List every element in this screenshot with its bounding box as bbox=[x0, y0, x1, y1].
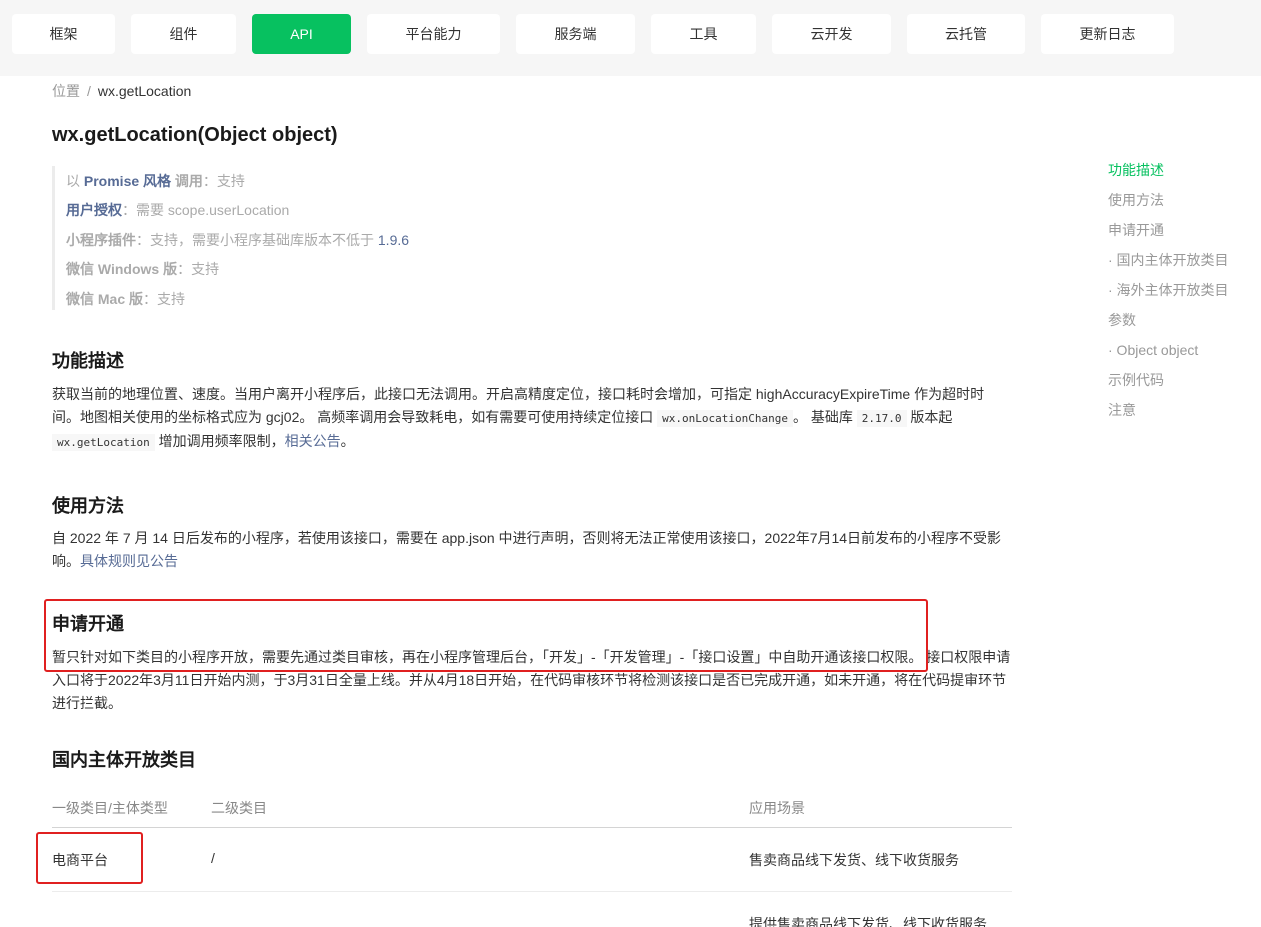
nav-tab-components[interactable]: 组件 bbox=[131, 14, 236, 54]
toc-item-usage[interactable]: 使用方法 bbox=[1108, 188, 1258, 218]
info-auth-value: 需要 scope.userLocation bbox=[136, 202, 290, 219]
plugin-version-link[interactable]: 1.9.6 bbox=[378, 232, 409, 248]
desc-text: 版本起 bbox=[910, 409, 953, 425]
table-row: 电商平台 / 售卖商品线下发货、线下收货服务 bbox=[52, 842, 1012, 892]
section-title-description: 功能描述 bbox=[52, 351, 124, 371]
info-windows: 微信 Windows 版：支持 bbox=[66, 255, 572, 285]
announcement-link[interactable]: 相关公告 bbox=[285, 433, 341, 449]
column-header-scenario: 应用场景 bbox=[749, 800, 805, 816]
toc-item-description[interactable]: 功能描述 bbox=[1108, 158, 1258, 188]
page-title: wx.getLocation(Object object) bbox=[52, 124, 338, 146]
info-auth: 用户授权：需要 scope.userLocation bbox=[66, 196, 572, 226]
info-windows-value: 支持 bbox=[191, 261, 220, 278]
desc-text: 增加调用频率限制， bbox=[158, 433, 285, 449]
toc-item-object[interactable]: · Object object bbox=[1108, 338, 1258, 368]
toc-item-example[interactable]: 示例代码 bbox=[1108, 368, 1258, 398]
nav-tab-tools[interactable]: 工具 bbox=[651, 14, 756, 54]
nav-tab-framework[interactable]: 框架 bbox=[12, 14, 115, 54]
top-nav-bar: 框架 组件 API 平台能力 服务端 工具 云开发 云托管 更新日志 bbox=[0, 0, 1261, 76]
nav-tab-platform[interactable]: 平台能力 bbox=[367, 14, 500, 54]
code-get-location: wx.getLocation bbox=[52, 434, 155, 451]
section-title-usage: 使用方法 bbox=[52, 496, 124, 516]
code-version: 2.17.0 bbox=[856, 410, 907, 427]
info-promise-prefix: 以 bbox=[66, 172, 80, 189]
description-paragraph: 获取当前的地理位置、速度。当用户离开小程序后，此接口无法调用。开启高精度定位，接… bbox=[52, 383, 1012, 454]
breadcrumb-parent[interactable]: 位置 bbox=[52, 83, 80, 99]
info-colon: ： bbox=[177, 261, 192, 278]
usage-text: 自 2022 年 7 月 14 日后发布的小程序，若使用该接口，需要在 app.… bbox=[52, 530, 1002, 569]
rules-link[interactable]: 具体规则见公告 bbox=[80, 553, 178, 569]
nav-tab-api[interactable]: API bbox=[252, 14, 351, 54]
nav-tab-cloud-dev[interactable]: 云开发 bbox=[772, 14, 891, 54]
section-title-apply: 申请开通 bbox=[52, 614, 124, 634]
info-mac: 微信 Mac 版：支持 bbox=[66, 284, 572, 314]
info-colon: ： bbox=[202, 172, 217, 189]
nav-tab-server[interactable]: 服务端 bbox=[516, 14, 635, 54]
toc-item-notes[interactable]: 注意 bbox=[1108, 398, 1258, 428]
info-windows-label: 微信 Windows 版 bbox=[66, 261, 178, 278]
info-colon: ： bbox=[143, 290, 158, 307]
info-mac-label: 微信 Mac 版 bbox=[66, 290, 144, 307]
section-title-domestic: 国内主体开放类目 bbox=[52, 750, 196, 770]
info-colon: ： bbox=[122, 202, 136, 219]
table-header: 一级类目/主体类型 二级类目 应用场景 bbox=[52, 790, 1012, 828]
api-info-block: 以 Promise 风格 调用：支持 用户授权：需要 scope.userLoc… bbox=[52, 166, 572, 310]
info-colon: ： bbox=[136, 231, 150, 248]
info-plugin: 小程序插件：支持，需要小程序基础库版本不低于 1.9.6 bbox=[66, 225, 572, 255]
desc-text: 。 基础库 bbox=[792, 409, 853, 425]
info-plugin-label: 小程序插件 bbox=[66, 231, 136, 248]
info-plugin-value: 支持，需要小程序基础库版本不低于 bbox=[150, 231, 374, 248]
cell-scenario: 售卖商品线下发货、线下收货服务 bbox=[749, 852, 959, 868]
cell-subcategory: / bbox=[211, 850, 215, 866]
auth-link[interactable]: 用户授权 bbox=[66, 200, 122, 220]
toc-item-params[interactable]: 参数 bbox=[1108, 308, 1258, 338]
breadcrumb: 位置 / wx.getLocation bbox=[52, 81, 191, 101]
cell-category: 电商平台 bbox=[52, 852, 108, 868]
nav-tab-changelog[interactable]: 更新日志 bbox=[1041, 14, 1174, 54]
breadcrumb-separator: / bbox=[87, 83, 91, 99]
toc-item-overseas[interactable]: · 海外主体开放类目 bbox=[1108, 278, 1258, 308]
info-promise-value: 支持 bbox=[216, 172, 245, 189]
toc-item-domestic[interactable]: · 国内主体开放类目 bbox=[1108, 248, 1258, 278]
apply-paragraph: 暂只针对如下类目的小程序开放，需要先通过类目审核，再在小程序管理后台，「开发」-… bbox=[52, 649, 1011, 711]
code-on-location-change: wx.onLocationChange bbox=[657, 410, 793, 427]
table-of-contents: 功能描述 使用方法 申请开通 · 国内主体开放类目 · 海外主体开放类目 参数 … bbox=[1108, 158, 1258, 428]
info-mac-value: 支持 bbox=[157, 290, 186, 307]
column-header-subcategory: 二级类目 bbox=[211, 800, 267, 816]
cell-scenario: 提供售卖商品线下发货、线下收货服务 bbox=[749, 916, 987, 927]
toc-item-apply[interactable]: 申请开通 bbox=[1108, 218, 1258, 248]
table-row: 提供售卖商品线下发货、线下收货服务 bbox=[52, 906, 1012, 927]
info-promise-suffix: 调用 bbox=[174, 172, 203, 189]
column-header-category: 一级类目/主体类型 bbox=[52, 800, 168, 816]
promise-link[interactable]: Promise 风格 bbox=[84, 171, 171, 191]
desc-text: 。 bbox=[340, 433, 355, 449]
usage-paragraph: 自 2022 年 7 月 14 日后发布的小程序，若使用该接口，需要在 app.… bbox=[52, 527, 1012, 573]
breadcrumb-current: wx.getLocation bbox=[97, 83, 192, 99]
info-promise: 以 Promise 风格 调用：支持 bbox=[66, 166, 572, 196]
nav-tab-cloud-hosting[interactable]: 云托管 bbox=[907, 14, 1025, 54]
